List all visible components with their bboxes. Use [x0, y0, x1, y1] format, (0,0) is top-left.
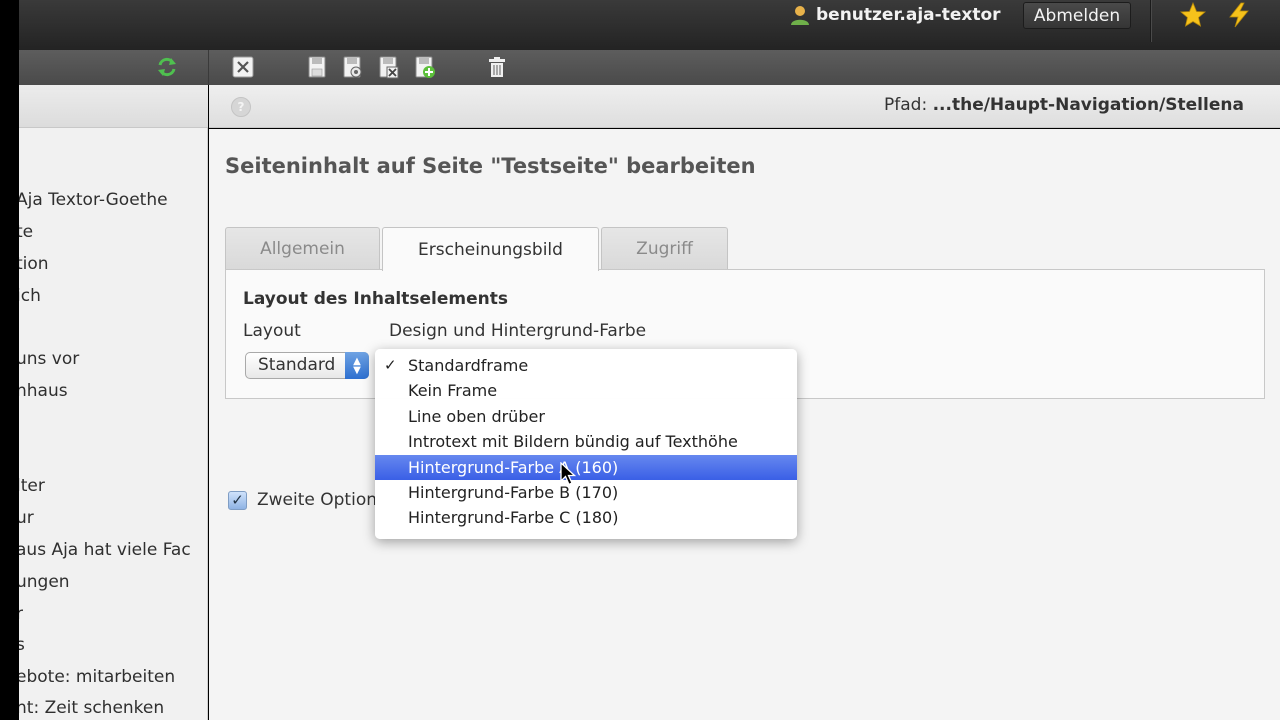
logout-button[interactable]: Abmelden	[1023, 2, 1131, 29]
tree-item[interactable]: ungen	[19, 572, 70, 592]
user-icon	[791, 6, 809, 25]
tab-zugriff[interactable]: Zugriff	[601, 227, 728, 270]
menu-item-farbe-a[interactable]: Hintergrund-Farbe A (160)	[375, 454, 797, 480]
menu-item-farbe-b[interactable]: Hintergrund-Farbe B (170)	[375, 480, 797, 505]
select-arrows-icon: ▲ ▼	[345, 352, 369, 379]
menu-item-label: Line oben drüber	[408, 406, 545, 426]
username: benutzer.aja-textor	[816, 5, 1001, 25]
user-menu[interactable]: benutzer.aja-textor	[790, 4, 1001, 26]
save-close-icon[interactable]	[376, 55, 400, 79]
menu-item-label: Hintergrund-Farbe C (180)	[408, 508, 619, 528]
tree-item[interactable]: uns vor	[19, 349, 79, 369]
save-view-icon[interactable]	[340, 55, 364, 79]
menu-item-label: Hintergrund-Farbe A (160)	[408, 457, 619, 477]
save-new-icon[interactable]	[412, 55, 436, 79]
tree-header	[19, 85, 208, 128]
tree-item[interactable]: nt: Zeit schenken	[19, 698, 164, 718]
frame-dropdown-menu: ✓ Standardframe Kein Frame Line oben drü…	[375, 349, 797, 539]
tree-item[interactable]: ur	[19, 508, 34, 528]
tab-allgemein[interactable]: Allgemein	[225, 227, 380, 270]
tree-item[interactable]: nhaus	[19, 381, 68, 401]
second-option-row: ✓ Zweite Option	[228, 490, 377, 510]
layout-select[interactable]: Standard ▲ ▼	[245, 352, 369, 379]
tree-item[interactable]: te	[19, 222, 33, 242]
design-label: Design und Hintergrund-Farbe	[389, 321, 647, 341]
menu-item-label: Introtext mit Bildern bündig auf Texthöh…	[408, 432, 738, 452]
menu-item-introtext[interactable]: Introtext mit Bildern bündig auf Texthöh…	[375, 429, 797, 454]
star-icon[interactable]	[1180, 2, 1206, 28]
lightning-icon[interactable]	[1226, 2, 1252, 28]
close-icon[interactable]	[231, 55, 255, 79]
tree-item[interactable]: s	[19, 635, 25, 655]
section-title: Layout des Inhaltselements	[243, 289, 508, 309]
second-option-checkbox[interactable]: ✓	[228, 490, 247, 510]
delete-icon[interactable]	[485, 55, 509, 79]
breadcrumb: Pfad: ...the/Haupt-Navigation/Stellena	[884, 95, 1244, 115]
tree-item[interactable]: lter	[19, 476, 45, 496]
menu-item-kein-frame[interactable]: Kein Frame	[375, 378, 797, 403]
menu-item-label: Kein Frame	[408, 381, 498, 401]
tree-item[interactable]: r	[19, 604, 23, 624]
second-option-label: Zweite Option	[257, 490, 377, 510]
menu-item-line-oben[interactable]: Line oben drüber	[375, 404, 797, 429]
mouse-pointer-icon	[560, 462, 576, 486]
menu-item-label: Standardframe	[408, 356, 529, 375]
checkmark-icon: ✓	[384, 356, 397, 374]
layout-select-value: Standard	[258, 355, 336, 375]
save-icon[interactable]	[305, 55, 329, 79]
divider	[1150, 0, 1151, 42]
refresh-icon[interactable]	[156, 55, 178, 79]
menu-item-standardframe[interactable]: ✓ Standardframe	[375, 353, 797, 378]
tree-item[interactable]: ich	[19, 286, 41, 306]
tree-item[interactable]: ebote: mitarbeiten	[19, 667, 175, 687]
menu-item-label: Hintergrund-Farbe B (170)	[408, 482, 619, 502]
window-edge	[0, 0, 19, 720]
menu-item-farbe-c[interactable]: Hintergrund-Farbe C (180)	[375, 505, 797, 530]
help-icon[interactable]: ?	[231, 97, 251, 117]
tab-erscheinungsbild[interactable]: Erscheinungsbild	[382, 227, 599, 271]
tree-item[interactable]: Aja Textor-Goethe	[19, 190, 168, 210]
page-title: Seiteninhalt auf Seite "Testseite" bearb…	[225, 154, 756, 178]
path-label: Pfad:	[884, 95, 928, 115]
top-bar: benutzer.aja-textor Abmelden	[0, 0, 1280, 50]
tree-toolbar	[19, 50, 208, 85]
path-value[interactable]: ...the/Haupt-Navigation/Stellena	[933, 95, 1244, 115]
layout-label: Layout	[243, 321, 301, 341]
doc-header: ? Pfad: ...the/Haupt-Navigation/Stellena	[209, 85, 1280, 128]
tree-item[interactable]: tion	[19, 254, 49, 274]
tree-item[interactable]: aus Aja hat viele Fac	[19, 540, 191, 560]
edit-toolbar	[208, 50, 1280, 85]
page-tree: Aja Textor-Goethe te tion ich uns vor nh…	[19, 128, 208, 720]
